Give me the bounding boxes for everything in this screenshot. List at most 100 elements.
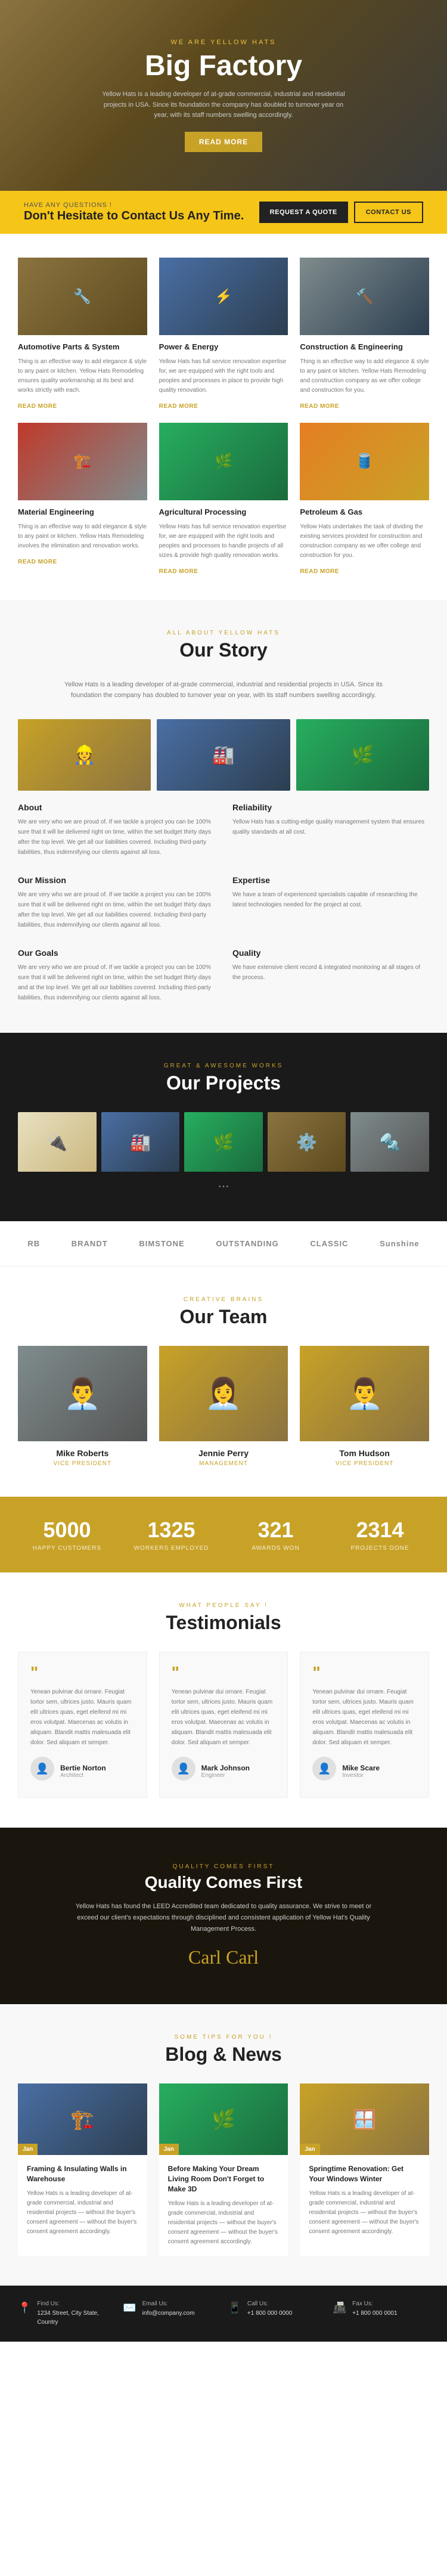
agricultural-image: 🌿 [159, 423, 288, 500]
services-section: 🔧 Automotive Parts & System Thing is an … [0, 234, 447, 600]
stats-section: 5000 Happy Customers 1325 Workers Employ… [0, 1497, 447, 1572]
footer-fax-value: +1 800 000 0001 [352, 2309, 397, 2318]
agricultural-title: Agricultural Processing [159, 507, 288, 518]
footer-address-value: 1234 Street, City State, Country [37, 2309, 114, 2327]
material-desc: Thing is an effective way to add eleganc… [18, 522, 147, 551]
project-item-3[interactable]: 🌿 [184, 1112, 263, 1172]
about-content-grid: About We are very who we are proud of. I… [18, 803, 429, 1003]
footer: 📍 Find Us: 1234 Street, City State, Coun… [0, 2286, 447, 2342]
testimonial-info-2: Mark Johnson Engineer [201, 1764, 250, 1779]
projects-grid: 🔌 🏭 🌿 ⚙️ 🔩 [18, 1112, 429, 1172]
testimonial-text-1: Yenean pulvinar dui ornare. Feugiat tort… [30, 1687, 135, 1748]
about-block-quality-text: We have extensive client record & integr… [232, 962, 429, 983]
about-block-reliability-title: Reliability [232, 803, 429, 812]
stat-projects: 2314 Projects Done [331, 1518, 429, 1552]
blog-date-2: Jan [159, 2144, 179, 2155]
tom-role: Vice President [300, 1460, 429, 1467]
service-card-power: ⚡ Power & Energy Yellow Hats has full se… [159, 258, 288, 411]
blog-grid: 🏗️ Jan Framing & Insulating Walls in War… [18, 2083, 429, 2255]
quality-label: Quality Comes First [18, 1863, 429, 1870]
projects-section: Great & Awesome Works Our Projects 🔌 🏭 🌿… [0, 1033, 447, 1221]
blog-post-title-1: Framing & Insulating Walls in Warehouse [27, 2164, 138, 2184]
testimonial-text-2: Yenean pulvinar dui ornare. Feugiat tort… [172, 1687, 276, 1748]
about-block-mission: Our Mission We are very who we are proud… [18, 875, 215, 930]
footer-email-value: info@company.com [142, 2309, 195, 2318]
about-block-about-text: We are very who we are proud of. If we t… [18, 817, 215, 857]
blog-image-2: 🌿 Jan [159, 2083, 288, 2155]
agricultural-desc: Yellow Hats has full service renovation … [159, 522, 288, 561]
about-block-expertise-text: We have a team of experienced specialist… [232, 890, 429, 910]
stat-customers: 5000 Happy Customers [18, 1518, 116, 1552]
material-image: 🏗️ [18, 423, 147, 500]
blog-post-text-2: Yellow Hats is a leading developer of at… [168, 2199, 280, 2247]
project-item-2[interactable]: 🏭 [101, 1112, 180, 1172]
projects-label: Great & Awesome Works [18, 1063, 429, 1069]
about-intro: Yellow Hats is a leading developer of at… [57, 679, 390, 701]
cta-buttons: REQUEST A QUOTE CONTACT US [259, 202, 423, 223]
automotive-image: 🔧 [18, 258, 147, 335]
material-title: Material Engineering [18, 507, 147, 518]
tom-avatar: 👨‍💼 [300, 1346, 429, 1441]
mike-name: Mike Roberts [18, 1448, 147, 1458]
testimonial-name-2: Mark Johnson [201, 1764, 250, 1772]
blog-post-text-3: Yellow Hats is a leading developer of at… [309, 2189, 420, 2237]
read-more-button[interactable]: Read More [185, 132, 262, 152]
footer-fax-content: Fax Us: +1 800 000 0001 [352, 2301, 397, 2318]
about-image-1: 👷 [18, 719, 151, 791]
service-card-petroleum: 🛢️ Petroleum & Gas Yellow Hats undertake… [300, 423, 429, 576]
jennie-role: Management [159, 1460, 288, 1467]
stat-awards-number: 321 [226, 1518, 325, 1543]
about-block-reliability: Reliability Yellow Hats has a cutting-ed… [232, 803, 429, 857]
blog-image-1: 🏗️ Jan [18, 2083, 147, 2155]
blog-post-text-1: Yellow Hats is a leading developer of at… [27, 2189, 138, 2237]
hero-description: Yellow Hats is a leading developer of at… [98, 89, 349, 121]
about-block-quality: Quality We have extensive client record … [232, 948, 429, 1003]
service-card-agricultural: 🌿 Agricultural Processing Yellow Hats ha… [159, 423, 288, 576]
construction-image: 🔨 [300, 258, 429, 335]
agricultural-read-more[interactable]: READ MORE [159, 568, 198, 575]
testimonial-avatar-3: 👤 [312, 1757, 336, 1781]
testimonial-author-3: 👤 Mike Scare Investor [312, 1757, 417, 1785]
footer-address: 📍 Find Us: 1234 Street, City State, Coun… [18, 2301, 114, 2327]
testimonial-author-1: 👤 Bertie Norton Architect [30, 1757, 135, 1785]
about-block-goals-title: Our Goals [18, 948, 215, 958]
about-block-expertise-title: Expertise [232, 875, 429, 885]
partner-outstanding: OUTSTANDING [216, 1239, 278, 1248]
project-item-1[interactable]: 🔌 [18, 1112, 97, 1172]
blog-post-title-2: Before Making Your Dream Living Room Don… [168, 2164, 280, 2194]
about-image-2: 🏭 [157, 719, 290, 791]
testimonials-title: Testimonials [18, 1612, 429, 1634]
about-image-3: 🌿 [296, 719, 429, 791]
about-title: Our Story [18, 639, 429, 661]
stat-awards-label: Awards Won [226, 1545, 325, 1552]
construction-read-more[interactable]: READ MORE [300, 403, 339, 410]
hero-subtitle: We Are Yellow Hats [98, 39, 349, 46]
petroleum-read-more[interactable]: READ MORE [300, 568, 339, 575]
automotive-read-more[interactable]: READ MORE [18, 403, 57, 410]
about-block-goals-text: We are very who we are proud of. If we t… [18, 962, 215, 1003]
request-quote-button[interactable]: REQUEST A QUOTE [259, 202, 348, 223]
projects-pagination: • • • [219, 1184, 228, 1190]
footer-fax: 📠 Fax Us: +1 800 000 0001 [333, 2301, 429, 2327]
project-item-4[interactable]: ⚙️ [268, 1112, 346, 1172]
jennie-name: Jennie Perry [159, 1448, 288, 1458]
project-item-5[interactable]: 🔩 [350, 1112, 429, 1172]
blog-post-3: 🪟 Jan Springtime Renovation: Get Your Wi… [300, 2083, 429, 2255]
testimonial-role-1: Architect [60, 1772, 106, 1779]
material-read-more[interactable]: READ MORE [18, 559, 57, 565]
partner-brandt: BRANDT [72, 1239, 108, 1248]
cta-small-text: Have Any Questions ! [24, 202, 244, 209]
stat-workers-label: Workers Employed [122, 1545, 221, 1552]
hero-content: We Are Yellow Hats Big Factory Yellow Ha… [98, 39, 349, 152]
about-block-goals: Our Goals We are very who we are proud o… [18, 948, 215, 1003]
blog-post-2: 🌿 Jan Before Making Your Dream Living Ro… [159, 2083, 288, 2255]
testimonial-text-3: Yenean pulvinar dui ornare. Feugiat tort… [312, 1687, 417, 1748]
about-block-quality-title: Quality [232, 948, 429, 958]
contact-us-button[interactable]: CONTACT US [354, 202, 423, 223]
blog-date-1: Jan [18, 2144, 38, 2155]
blog-label: Some Tips For You ! [18, 2034, 429, 2041]
blog-section: Some Tips For You ! Blog & News 🏗️ Jan F… [0, 2004, 447, 2285]
hero-title: Big Factory [98, 51, 349, 82]
power-read-more[interactable]: READ MORE [159, 403, 198, 410]
stat-customers-label: Happy Customers [18, 1545, 116, 1552]
